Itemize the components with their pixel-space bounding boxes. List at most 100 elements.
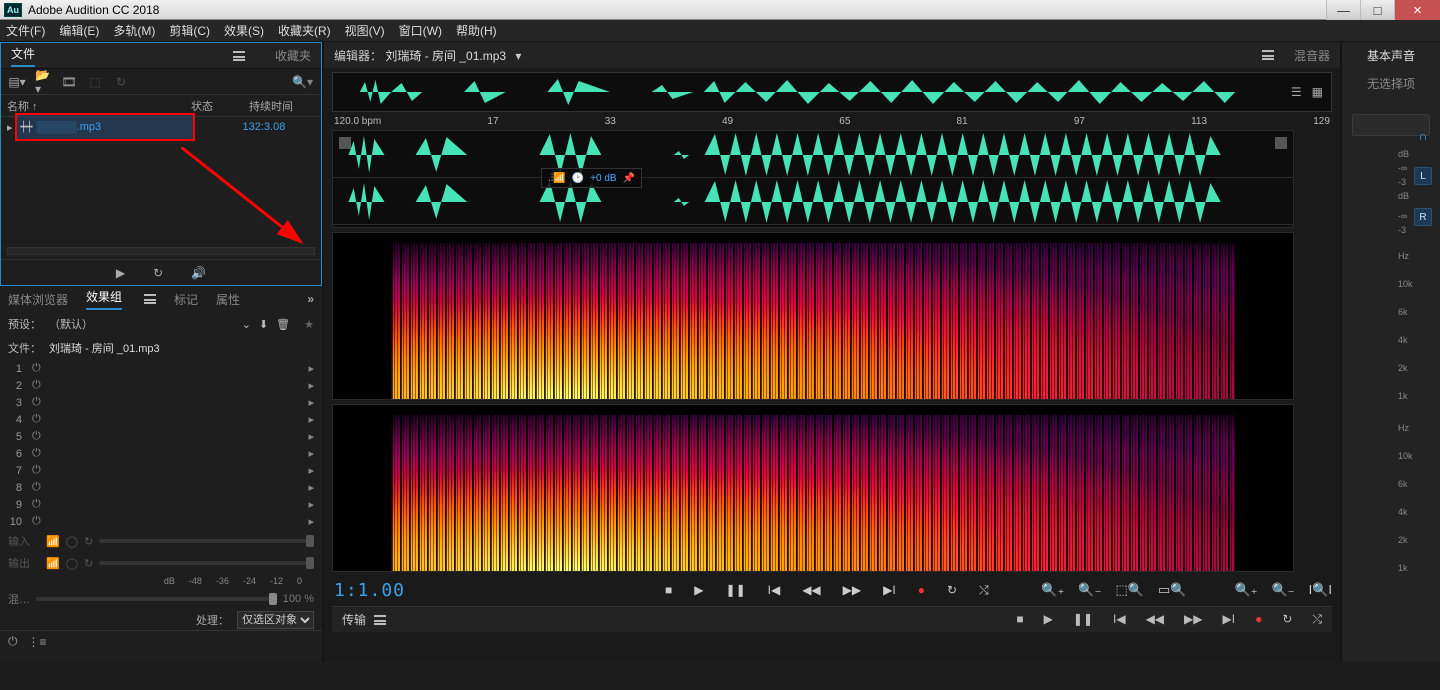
tab-files[interactable]: 文件 [11,45,35,67]
channel-box-right-top[interactable] [1275,137,1287,149]
overview-waveform[interactable]: ☰ ▦ [332,72,1332,112]
zoom-reset-button[interactable]: I🔍I [1309,582,1332,598]
pause-button[interactable]: ❚❚ [726,583,746,597]
menu-view[interactable]: 视图(V) [345,22,385,39]
zoom-selection-button[interactable]: ▭🔍 [1158,582,1186,598]
slot-menu-icon[interactable] [308,481,314,494]
effect-slot[interactable]: 10⏻ [0,513,322,530]
tab-markers[interactable]: 标记 [174,291,198,308]
power-icon[interactable]: ⏻ [32,396,41,409]
zoom-in-time-button[interactable]: 🔍₊ [1041,582,1064,598]
tp-skip-start-button[interactable]: I◀ [1113,612,1126,627]
effect-slot[interactable]: 7⏻ [0,462,322,479]
mix-slider[interactable] [36,597,277,601]
slot-menu-icon[interactable] [308,362,314,375]
window-maximize-button[interactable]: □ [1360,0,1394,20]
expand-icon[interactable] [7,121,13,134]
menu-favorites[interactable]: 收藏夹(R) [278,22,331,39]
delete-preset-icon[interactable]: 🗑 [276,318,290,331]
timecode-display[interactable]: 1:1.00 [334,580,405,601]
slot-menu-icon[interactable] [308,498,314,511]
zoom-out-amp-button[interactable]: 🔍₋ [1272,582,1295,598]
slot-menu-icon[interactable] [308,515,314,528]
play-button[interactable]: ▶ [694,583,703,597]
menu-clip[interactable]: 剪辑(C) [169,22,210,39]
slot-menu-icon[interactable] [308,413,314,426]
panel-menu-icon[interactable] [144,294,156,304]
power-icon[interactable]: ⏻ [32,447,41,460]
window-close-button[interactable]: × [1394,0,1440,20]
effect-slot[interactable]: 4⏻ [0,411,322,428]
tp-record-button[interactable]: ● [1255,612,1262,627]
hud-gain-readout[interactable]: +0 dB [590,173,616,184]
rewind-button[interactable]: ◀◀ [802,583,820,597]
right-panel-header[interactable]: 基本声音 [1342,42,1440,68]
tp-rewind-button[interactable]: ◀◀ [1146,612,1164,627]
tab-properties[interactable]: 属性 [216,291,240,308]
play-icon[interactable]: ▶ [116,266,125,280]
panel-menu-icon[interactable] [374,615,386,625]
tp-stop-button[interactable]: ■ [1016,612,1023,627]
rack-settings-icon[interactable]: ⋮≡ [28,635,47,649]
power-icon[interactable]: ⏻ [32,430,41,443]
zoom-in-amp-button[interactable]: 🔍₊ [1234,582,1257,598]
slot-menu-icon[interactable] [308,430,314,443]
more-tabs-icon[interactable]: » [307,292,314,306]
menu-effects[interactable]: 效果(S) [224,22,264,39]
skip-start-button[interactable]: I◀ [768,583,781,597]
power-icon[interactable]: ⏻ [32,379,41,392]
stop-button[interactable]: ■ [665,583,672,597]
tp-skip-end-button[interactable]: ▶I [1223,612,1236,627]
editor-tab[interactable]: 编辑器： 刘瑞琦 - 房间 _01.mp3 [334,47,521,64]
effect-slot[interactable]: 8⏻ [0,479,322,496]
tab-favorites[interactable]: 收藏夹 [275,47,311,64]
col-duration[interactable]: 持续时间 [227,98,315,114]
power-icon[interactable]: ⏻ [32,515,41,528]
slot-menu-icon[interactable] [308,464,314,477]
tab-media-browser[interactable]: 媒体浏览器 [8,291,68,308]
open-file-icon[interactable]: 📂▾ [35,74,51,90]
slot-menu-icon[interactable] [308,396,314,409]
effect-slot[interactable]: 2⏻ [0,377,322,394]
spectrogram-right[interactable] [332,404,1294,572]
power-icon[interactable]: ⏻ [32,481,41,494]
window-minimize-button[interactable]: — [1326,0,1360,20]
loop-icon[interactable]: ∩ [1414,127,1432,145]
tp-forward-button[interactable]: ▶▶ [1184,612,1202,627]
skip-end-button[interactable]: ▶I [883,583,896,597]
menu-file[interactable]: 文件(F) [6,22,45,39]
channel-box-left-top[interactable] [339,137,351,149]
record-button[interactable]: ● [918,583,925,597]
power-icon[interactable]: ⏻ [32,498,41,511]
clip-icon[interactable]: 🎞 [61,74,77,90]
power-icon[interactable]: ⏻ [32,464,41,477]
loop-icon[interactable]: ↻ [153,266,163,280]
menu-help[interactable]: 帮助(H) [456,22,497,39]
mixer-tab[interactable]: 混音器 [1294,47,1330,64]
tp-skip-sel-button[interactable]: ⤭ [1312,612,1322,627]
zoom-out-time-button[interactable]: 🔍₋ [1078,582,1101,598]
waveform-hud[interactable]: .⫶📶 🕑 +0 dB 📌 [541,168,642,188]
output-gain-knob[interactable]: ◯ [66,557,78,570]
menu-window[interactable]: 窗口(W) [399,22,442,39]
effect-slot[interactable]: 6⏻ [0,445,322,462]
menu-edit[interactable]: 编辑(E) [59,22,99,39]
preset-value[interactable]: （默认） [49,316,234,332]
process-dropdown[interactable]: 仅选区对象 [237,611,314,629]
spectral-toggle-icon[interactable]: ▦ [1312,85,1323,99]
tp-play-button[interactable]: ▶ [1044,612,1053,627]
preset-dropdown-icon[interactable]: ⌄ [242,318,251,331]
new-file-icon[interactable]: ▤▾ [9,74,25,90]
effect-slot[interactable]: 5⏻ [0,428,322,445]
tp-loop-button[interactable]: ↻ [1282,612,1292,627]
slot-menu-icon[interactable] [308,447,314,460]
effect-slot[interactable]: 3⏻ [0,394,322,411]
forward-button[interactable]: ▶▶ [843,583,861,597]
favorite-icon[interactable]: ★ [304,318,314,331]
panel-menu-icon[interactable] [1262,50,1274,60]
input-gain-knob[interactable]: ◯ [66,535,78,548]
panel-menu-icon[interactable] [233,51,245,61]
tp-pause-button[interactable]: ❚❚ [1073,612,1093,627]
col-state[interactable]: 状态 [177,98,227,114]
effect-slot[interactable]: 9⏻ [0,496,322,513]
